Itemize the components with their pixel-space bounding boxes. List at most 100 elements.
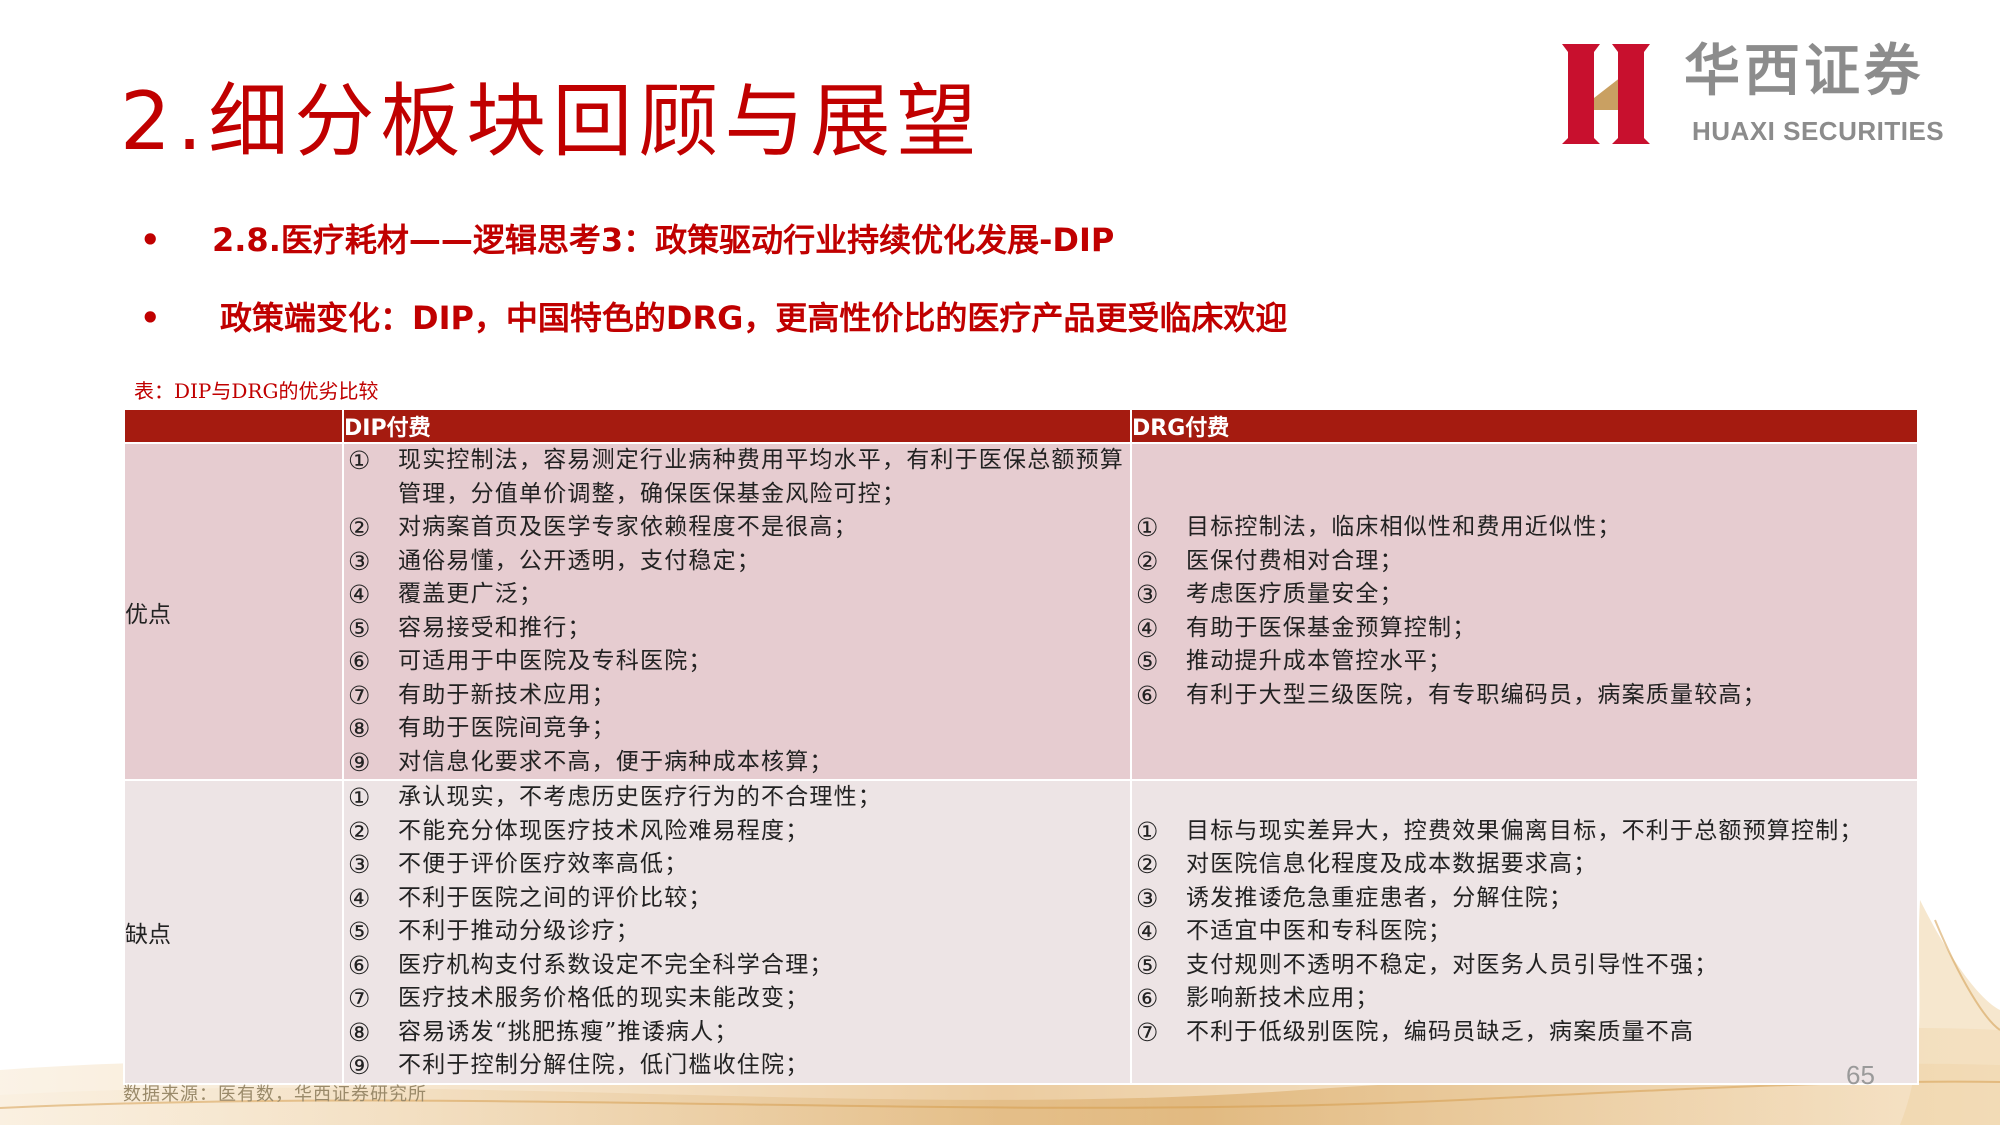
list-item: ⑤ 推动提升成本管控水平； — [1136, 645, 1917, 679]
item-number: ⑨ — [348, 1051, 372, 1080]
list-item: ④ 有助于医保基金预算控制； — [1136, 612, 1917, 646]
item-number: ⑤ — [348, 917, 372, 946]
item-number: ⑦ — [1136, 1017, 1160, 1047]
item-number: ② — [348, 816, 372, 846]
item-text: 容易接受和推行； — [398, 614, 592, 641]
item-text: 不利于推动分级诊疗； — [398, 918, 640, 944]
item-number: ③ — [1136, 883, 1160, 913]
item-text: 医保付费相对合理； — [1186, 547, 1404, 574]
bullet-text: 政策端变化：DIP，中国特色的DRG，更高性价比的医疗产品更受临床欢迎 — [220, 299, 1288, 337]
item-number: ⑥ — [348, 647, 372, 676]
header-drg: DRG付费 — [1130, 408, 1919, 444]
logo-name-en: HUAXI SECURITIES — [1692, 116, 1945, 146]
drg-advantages-list: ① 目标控制法，临床相似性和费用近似性； ② 医保付费相对合理； ③ 考虑医疗质量安全； ④… — [1132, 511, 1917, 712]
item-text: 可适用于中医院及专科医院； — [398, 648, 713, 674]
item-text: 诱发推诿危急重症患者，分解住院； — [1186, 884, 1574, 911]
list-item: ② 对病案首页及医学专家依赖程度不是很高； — [348, 511, 1130, 545]
page-title: 2.细分板块回顾与展望 — [120, 75, 983, 168]
list-item: ① 承认现实，不考虑历史医疗行为的不合理性； — [348, 781, 1130, 815]
list-item: ⑨ 不利于控制分解住院，低门槛收住院； — [348, 1049, 1130, 1083]
item-number: ⑤ — [348, 613, 372, 643]
page-number: 65 — [1846, 1060, 1875, 1090]
list-item: ⑥ 影响新技术应用； — [1136, 982, 1917, 1016]
dip-disadvantages-cell: ① 承认现实，不考虑历史医疗行为的不合理性； ② 不能充分体现医疗技术风险难易程度； ③… — [342, 779, 1132, 1085]
item-text: 对医院信息化程度及成本数据要求高； — [1186, 851, 1598, 877]
list-item: ④ 覆盖更广泛； — [348, 578, 1130, 612]
item-text: 不利于控制分解住院，低门槛收住院； — [398, 1052, 810, 1078]
item-text: 影响新技术应用； — [1186, 985, 1380, 1011]
list-item: ⑦ 有助于新技术应用； — [348, 679, 1130, 713]
item-text: 目标与现实差异大，控费效果偏离目标，不利于总额预算控制； — [1186, 817, 1864, 844]
drg-disadvantages-list: ① 目标与现实差异大，控费效果偏离目标，不利于总额预算控制； ② 对医院信息化程度及成… — [1132, 815, 1917, 1050]
item-number: ⑥ — [348, 950, 372, 980]
table-caption: 表：DIP与DRG的优劣比较 — [134, 379, 379, 403]
item-number: ② — [1136, 546, 1160, 576]
list-item: ③ 考虑医疗质量安全； — [1136, 578, 1917, 612]
list-item: ③ 不便于评价医疗效率高低； — [348, 848, 1130, 882]
item-text: 目标控制法，临床相似性和费用近似性； — [1186, 514, 1622, 540]
bullet-text: 2.8.医疗耗材——逻辑思考3：政策驱动行业持续优化发展-DIP — [212, 221, 1115, 259]
header-dip: DIP付费 — [342, 408, 1132, 444]
table-header-row: DIP付费 DRG付费 — [123, 408, 1919, 444]
drg-disadvantages-cell: ① 目标与现实差异大，控费效果偏离目标，不利于总额预算控制； ② 对医院信息化程度及成… — [1130, 779, 1919, 1085]
comparison-table: DIP付费 DRG付费 优点 ① 现实控制法，容易测定行业病种费用平均水平，有利于… — [123, 408, 1919, 1085]
logo-name-cn: 华西证券 — [1684, 39, 1924, 104]
item-number: ④ — [348, 580, 372, 609]
item-number: ④ — [1136, 613, 1160, 643]
company-logo: 华西证券 HUAXI SECURITIES — [1560, 38, 1960, 148]
list-item: ① 目标与现实差异大，控费效果偏离目标，不利于总额预算控制； — [1136, 815, 1917, 849]
list-item: ⑤ 支付规则不透明不稳定，对医务人员引导性不强； — [1136, 949, 1917, 983]
list-item: ② 对医院信息化程度及成本数据要求高； — [1136, 848, 1917, 882]
list-item: ① 现实控制法，容易测定行业病种费用平均水平，有利于医保总额预算管理，分值单价调整… — [348, 444, 1130, 511]
list-item: ⑧ 有助于医院间竞争； — [348, 712, 1130, 746]
list-item: ④ 不适宜中医和专科医院； — [1136, 915, 1917, 949]
item-text: 有助于新技术应用； — [398, 681, 616, 708]
bullet-dot: • — [140, 299, 161, 337]
item-number: ⑤ — [1136, 950, 1160, 980]
item-text: 对信息化要求不高，便于病种成本核算； — [398, 748, 834, 775]
item-text: 有利于大型三级医院，有专职编码员，病案质量较高； — [1186, 681, 1767, 708]
item-text: 现实控制法，容易测定行业病种费用平均水平，有利于医保总额预算管理，分值单价调整，… — [398, 447, 1124, 507]
dip-advantages-cell: ① 现实控制法，容易测定行业病种费用平均水平，有利于医保总额预算管理，分值单价调整… — [342, 442, 1132, 781]
row-label-advantages: 优点 — [123, 442, 344, 781]
item-text: 不便于评价医疗效率高低； — [398, 851, 689, 877]
item-number: ④ — [348, 883, 372, 913]
item-number: ① — [348, 783, 372, 812]
list-item: ③ 通俗易懂，公开透明，支付稳定； — [348, 545, 1130, 579]
item-number: ⑦ — [348, 984, 372, 1013]
list-item: ⑨ 对信息化要求不高，便于病种成本核算； — [348, 746, 1130, 780]
drg-advantages-cell: ① 目标控制法，临床相似性和费用近似性； ② 医保付费相对合理； ③ 考虑医疗质量安全； ④… — [1130, 442, 1919, 781]
item-text: 不利于医院之间的评价比较； — [398, 884, 713, 911]
item-number: ⑥ — [1136, 680, 1160, 710]
header-empty — [123, 408, 344, 444]
data-source-note: 数据来源：医有数，华西证券研究所 — [123, 1084, 427, 1105]
list-item: ⑥ 有利于大型三级医院，有专职编码员，病案质量较高； — [1136, 679, 1917, 713]
item-text: 覆盖更广泛； — [398, 581, 544, 607]
item-text: 有助于医院间竞争； — [398, 715, 616, 741]
dip-advantages-list: ① 现实控制法，容易测定行业病种费用平均水平，有利于医保总额预算管理，分值单价调整… — [344, 444, 1130, 779]
item-number: ③ — [348, 850, 372, 879]
item-number: ① — [1136, 816, 1160, 846]
item-text: 推动提升成本管控水平； — [1186, 648, 1453, 674]
item-number: ② — [1136, 850, 1160, 879]
item-number: ③ — [1136, 580, 1160, 609]
list-item: ② 医保付费相对合理； — [1136, 545, 1917, 579]
item-text: 考虑医疗质量安全； — [1186, 581, 1404, 607]
item-number: ⑨ — [348, 747, 372, 777]
item-text: 容易诱发“挑肥拣瘦”推诿病人； — [398, 1018, 739, 1045]
list-item: ⑤ 不利于推动分级诊疗； — [348, 915, 1130, 949]
item-text: 通俗易懂，公开透明，支付稳定； — [398, 547, 761, 574]
item-text: 医疗技术服务价格低的现实未能改变； — [398, 985, 810, 1011]
item-number: ⑥ — [1136, 984, 1160, 1013]
item-number: ① — [1136, 513, 1160, 542]
list-item: ① 目标控制法，临床相似性和费用近似性； — [1136, 511, 1917, 545]
list-item: ⑥ 可适用于中医院及专科医院； — [348, 645, 1130, 679]
item-text: 有助于医保基金预算控制； — [1186, 614, 1477, 641]
item-number: ⑦ — [348, 680, 372, 710]
item-text: 不能充分体现医疗技术风险难易程度； — [398, 817, 810, 844]
huaxi-logo-icon — [1562, 44, 1650, 144]
bullet-dot: • — [140, 221, 161, 259]
item-number: ① — [348, 446, 372, 475]
item-text: 支付规则不透明不稳定，对医务人员引导性不强； — [1186, 951, 1719, 978]
dip-disadvantages-list: ① 承认现实，不考虑历史医疗行为的不合理性； ② 不能充分体现医疗技术风险难易程度； ③… — [344, 781, 1130, 1083]
